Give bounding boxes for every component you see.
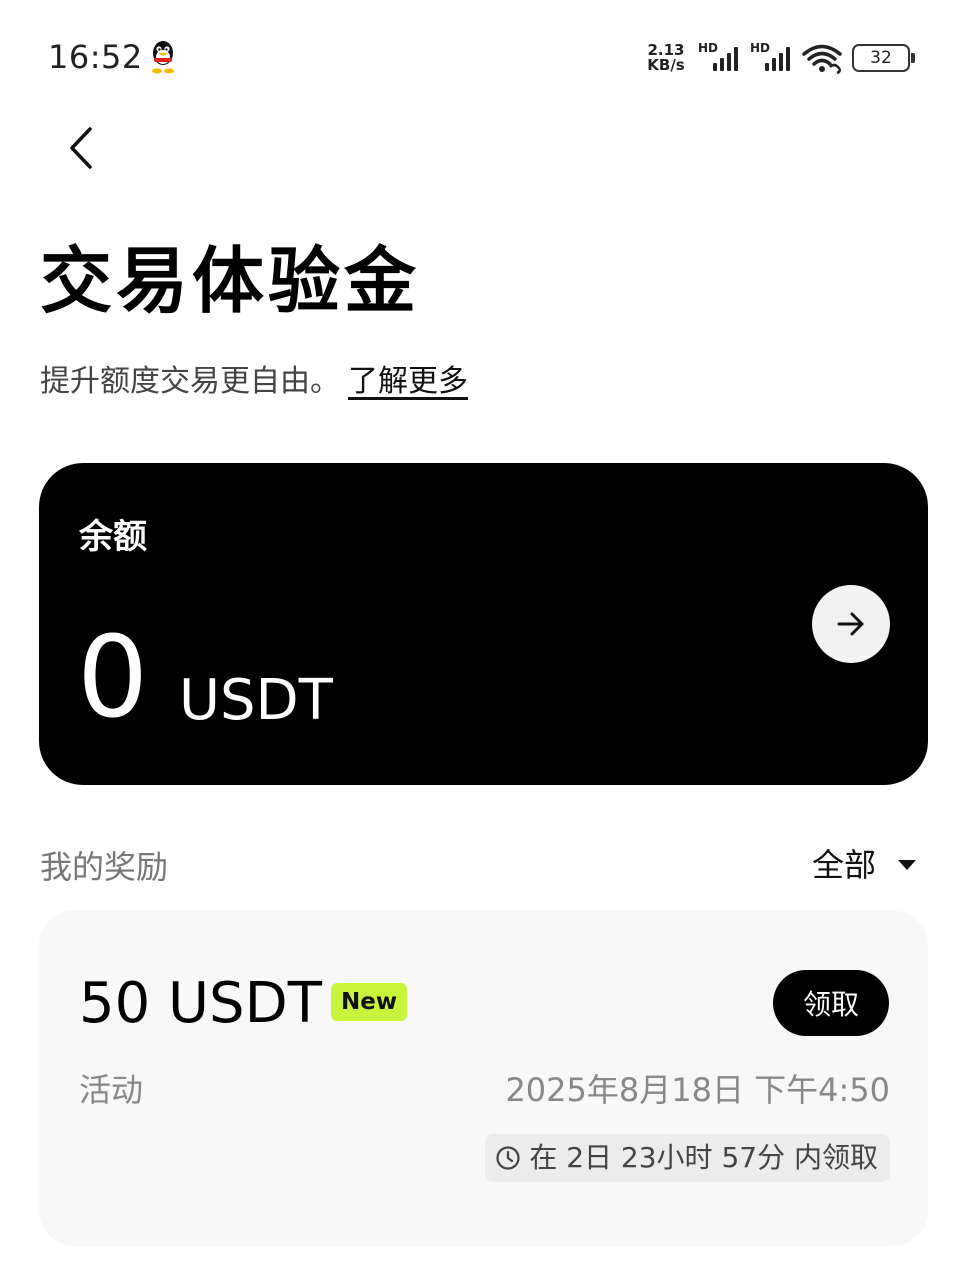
subtitle-text: 提升额度交易更自由。	[40, 364, 340, 399]
network-speed: 2.13 KB/s	[644, 43, 688, 73]
page-subtitle: 提升额度交易更自由。 了解更多	[40, 362, 468, 402]
page-title: 交易体验金	[40, 239, 421, 323]
caret-down-icon	[898, 860, 916, 870]
countdown-text: 在 2日 23小时 57分 内领取	[529, 1141, 878, 1174]
balance-label: 余额	[79, 517, 147, 557]
clock-icon	[496, 1146, 520, 1170]
balance-card: 余额 0 USDT	[39, 463, 928, 785]
status-time: 16:52	[48, 38, 143, 76]
status-icons: 2.13 KB/s HD HD 32	[644, 40, 915, 76]
wifi-icon	[800, 41, 844, 75]
claim-button[interactable]: 领取	[773, 970, 889, 1036]
claim-countdown: 在 2日 23小时 57分 内领取	[485, 1134, 890, 1182]
balance-amount: 0	[77, 613, 149, 743]
back-button[interactable]	[56, 120, 106, 176]
network-speed-unit: KB/s	[647, 56, 685, 74]
filter-label: 全部	[811, 846, 876, 884]
new-badge: New	[331, 983, 408, 1021]
signal-icon: HD	[748, 41, 792, 75]
chevron-left-icon	[70, 127, 92, 169]
status-bar: 16:52 2.13 KB/s HD HD 32	[0, 0, 966, 116]
battery-icon: 32	[852, 44, 915, 72]
reward-source: 活动	[79, 1071, 144, 1109]
rewards-filter-dropdown[interactable]: 全部	[812, 844, 916, 886]
battery-level: 32	[870, 48, 892, 68]
signal-icon: HD	[696, 41, 740, 75]
reward-amount: 50 USDT	[79, 971, 322, 1036]
reward-card: 50 USDT New 领取 活动 2025年8月18日 下午4:50 在 2日…	[39, 910, 928, 1246]
reward-date: 2025年8月18日 下午4:50	[505, 1071, 890, 1109]
my-rewards-label: 我的奖励	[40, 848, 169, 886]
balance-detail-button[interactable]	[812, 585, 890, 663]
balance-unit: USDT	[179, 668, 333, 733]
qq-icon	[148, 40, 178, 74]
arrow-right-icon	[837, 612, 864, 636]
learn-more-link[interactable]: 了解更多	[348, 364, 468, 399]
